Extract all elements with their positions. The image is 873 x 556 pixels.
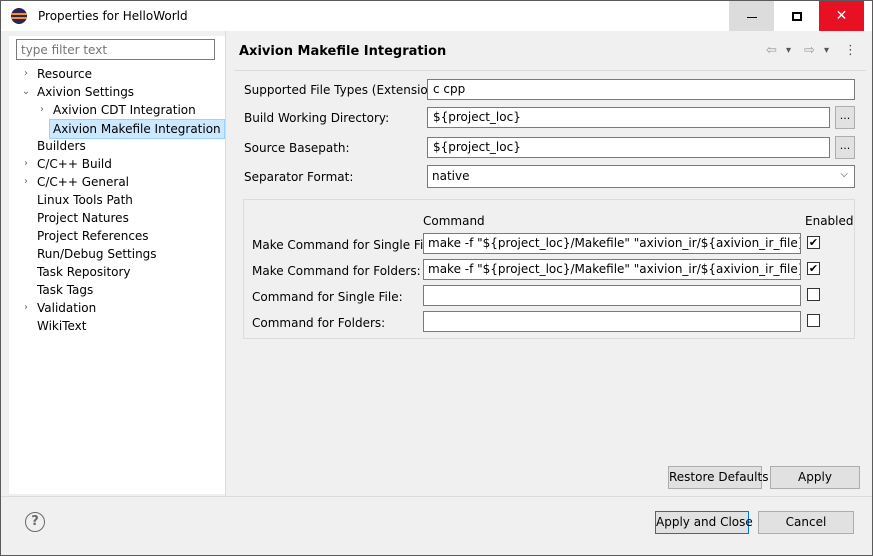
tree-item-project-natures[interactable]: Project Natures: [37, 209, 129, 227]
properties-dialog: Properties for HelloWorld ✕ › Resource ⌄…: [0, 0, 873, 556]
tree-item-wikitext[interactable]: WikiText: [37, 317, 87, 335]
filter-input[interactable]: [16, 39, 215, 60]
folders-command-checkbox[interactable]: [807, 314, 820, 327]
single-file-make-input[interactable]: make -f "${project_loc}/Makefile" "axivi…: [423, 233, 801, 254]
folders-command-label: Command for Folders:: [252, 316, 386, 330]
expand-arrow-icon[interactable]: ›: [21, 155, 31, 173]
expand-arrow-icon[interactable]: ›: [21, 173, 31, 191]
tree-item-linux-tools-path[interactable]: Linux Tools Path: [37, 191, 133, 209]
page-title: Axivion Makefile Integration: [239, 44, 447, 59]
tree-item-task-tags[interactable]: Task Tags: [37, 281, 93, 299]
tree-item-project-references[interactable]: Project References: [37, 227, 149, 245]
cancel-button[interactable]: Cancel: [758, 511, 854, 534]
eclipse-icon: [11, 8, 27, 24]
separator-select[interactable]: native ⌵: [427, 165, 855, 188]
single-file-make-label: Make Command for Single File:: [252, 238, 439, 252]
build-dir-input[interactable]: ${project_loc}: [427, 107, 830, 128]
file-types-input[interactable]: c cpp: [427, 79, 855, 100]
tree-item-label: Axivion CDT Integration: [53, 103, 196, 117]
separator-value: native: [432, 169, 470, 183]
more-menu-icon[interactable]: ⋮: [844, 43, 857, 58]
single-file-command-checkbox[interactable]: [807, 288, 820, 301]
file-types-label: Supported File Types (Extensions):: [244, 83, 451, 97]
enabled-column-header: Enabled: [805, 214, 854, 228]
build-dir-browse-button[interactable]: ...: [835, 106, 855, 129]
tree-item-builders[interactable]: Builders: [37, 137, 86, 155]
maximize-icon: [791, 11, 802, 21]
collapse-arrow-icon[interactable]: ⌄: [21, 83, 31, 101]
restore-defaults-button[interactable]: Restore Defaults: [668, 466, 768, 489]
apply-button[interactable]: Apply: [770, 466, 860, 489]
expand-arrow-icon[interactable]: ›: [21, 65, 31, 83]
tree-item-label: Linux Tools Path: [37, 193, 133, 207]
single-file-command-label: Command for Single File:: [252, 290, 403, 304]
tree-item-label: C/C++ Build: [37, 157, 112, 171]
tree-item-label: Run/Debug Settings: [37, 247, 157, 261]
tree-item-label: Axivion Settings: [37, 85, 135, 99]
folders-make-checkbox[interactable]: ✔: [807, 262, 820, 275]
tree-item-label: Resource: [37, 67, 93, 81]
tree-item-label: WikiText: [37, 319, 87, 333]
tree-item-label: Task Repository: [37, 265, 131, 279]
footer-separator: [1, 496, 872, 497]
settings-page: Axivion Makefile Integration ⇦ ▾ ⇨ ▾ ⋮ S…: [226, 31, 872, 496]
tree-item-label: Task Tags: [37, 283, 94, 297]
apply-and-close-button[interactable]: Apply and Close: [655, 511, 753, 534]
tree-item-label: C/C++ General: [37, 175, 130, 189]
folders-make-input[interactable]: make -f "${project_loc}/Makefile" "axivi…: [423, 259, 801, 280]
forward-menu-icon[interactable]: ▾: [824, 45, 829, 56]
minimize-button[interactable]: [729, 1, 774, 31]
tree-item-label: Project References: [37, 229, 149, 243]
separator-label: Separator Format:: [244, 170, 354, 184]
help-icon[interactable]: ?: [25, 512, 45, 532]
folders-make-label: Make Command for Folders:: [252, 264, 421, 278]
window-title: Properties for HelloWorld: [38, 9, 188, 23]
chevron-down-icon: ⌵: [840, 169, 848, 180]
command-column-header: Command: [423, 214, 485, 228]
close-icon: ✕: [835, 8, 848, 24]
expand-arrow-icon[interactable]: ›: [21, 299, 31, 317]
commands-group: Command Enabled Make Command for Single …: [243, 199, 855, 339]
tree-item-label: Builders: [37, 139, 86, 153]
tree-item-task-repository[interactable]: Task Repository: [37, 263, 131, 281]
back-menu-icon[interactable]: ▾: [786, 45, 791, 56]
close-button[interactable]: ✕: [819, 1, 864, 31]
minimize-icon: [746, 16, 757, 18]
maximize-button[interactable]: [774, 1, 819, 31]
sidebar: › Resource ⌄ Axivion Settings › Axivion …: [9, 36, 225, 494]
page-navigation: ⇦ ▾ ⇨ ▾ ⋮: [766, 43, 866, 59]
back-arrow-icon[interactable]: ⇦: [766, 43, 777, 58]
basepath-input[interactable]: ${project_loc}: [427, 137, 830, 158]
single-file-command-input[interactable]: [423, 285, 801, 306]
basepath-label: Source Basepath:: [244, 141, 350, 155]
folders-command-input[interactable]: [423, 311, 801, 332]
tree-item-label: Axivion Makefile Integration: [49, 119, 225, 139]
tree-item-run-debug-settings[interactable]: Run/Debug Settings: [37, 245, 157, 263]
expand-arrow-icon[interactable]: ›: [37, 101, 47, 119]
title-separator: [234, 70, 866, 71]
tree-item-label: Validation: [37, 301, 97, 315]
single-file-make-checkbox[interactable]: ✔: [807, 236, 820, 249]
title-bar: Properties for HelloWorld ✕: [1, 1, 872, 31]
forward-arrow-icon[interactable]: ⇨: [804, 43, 815, 58]
tree-item-label: Project Natures: [37, 211, 129, 225]
basepath-browse-button[interactable]: ...: [835, 136, 855, 159]
build-dir-label: Build Working Directory:: [244, 111, 390, 125]
